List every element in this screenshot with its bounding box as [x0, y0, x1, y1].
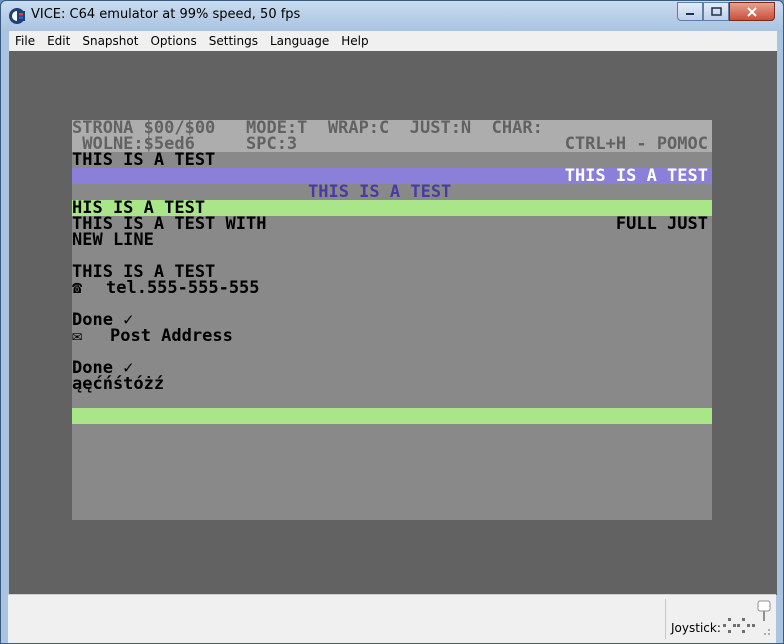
- c64-screen[interactable]: STRONA $00/$00 MODE:T WRAP:C JUST:N CHAR…: [72, 120, 712, 520]
- text-line-12: ąęćńśtóżź: [72, 374, 165, 394]
- text-line-6: NEW LINE: [72, 230, 154, 250]
- joystick-indicator-icon[interactable]: [722, 617, 756, 635]
- text-line-10: Post Address: [110, 326, 233, 346]
- title-bar[interactable]: VICE: C64 emulator at 99% speed, 50 fps: [1, 1, 783, 31]
- vice-logo-icon: [9, 8, 25, 24]
- header-help-hint: CTRL+H - POMOC: [564, 134, 708, 154]
- joystick-label: Joystick:: [671, 621, 721, 635]
- text-line-10-row: ✉ Post Address: [72, 326, 712, 346]
- maximize-button[interactable]: [703, 2, 729, 21]
- menu-bar: File Edit Snapshot Options Settings Lang…: [9, 31, 777, 51]
- text-line-3: THIS IS A TEST: [308, 182, 452, 202]
- menu-edit[interactable]: Edit: [41, 31, 76, 51]
- menu-options[interactable]: Options: [144, 31, 202, 51]
- phone-icon: ☎: [72, 278, 83, 298]
- menu-language[interactable]: Language: [264, 31, 335, 51]
- menu-settings[interactable]: Settings: [203, 31, 264, 51]
- status-separator: [665, 599, 666, 639]
- text-line-11: Done ✓: [72, 358, 134, 378]
- resize-grip-icon[interactable]: [756, 599, 772, 637]
- menu-file[interactable]: File: [9, 31, 41, 51]
- menu-snapshot[interactable]: Snapshot: [76, 31, 144, 51]
- green-bar: [72, 408, 712, 424]
- text-line-8: tel.555-555-555: [106, 278, 260, 298]
- text-line-5-row: THIS IS A TEST WITH FULL JUST: [72, 214, 712, 234]
- close-icon: [747, 6, 757, 17]
- window-title: VICE: C64 emulator at 99% speed, 50 fps: [31, 7, 301, 22]
- maximize-icon: [710, 7, 722, 16]
- text-line-5-right: FULL JUST: [615, 214, 708, 234]
- envelope-icon: ✉: [72, 326, 83, 346]
- text-line-2: THIS IS A TEST: [564, 166, 708, 186]
- minimize-button[interactable]: [677, 2, 703, 21]
- close-button[interactable]: [729, 2, 775, 21]
- status-bar: Joystick:: [8, 594, 776, 643]
- minimize-icon: [686, 12, 694, 15]
- text-line-8-row: ☎ tel.555-555-555: [72, 278, 712, 298]
- menu-help[interactable]: Help: [335, 31, 374, 51]
